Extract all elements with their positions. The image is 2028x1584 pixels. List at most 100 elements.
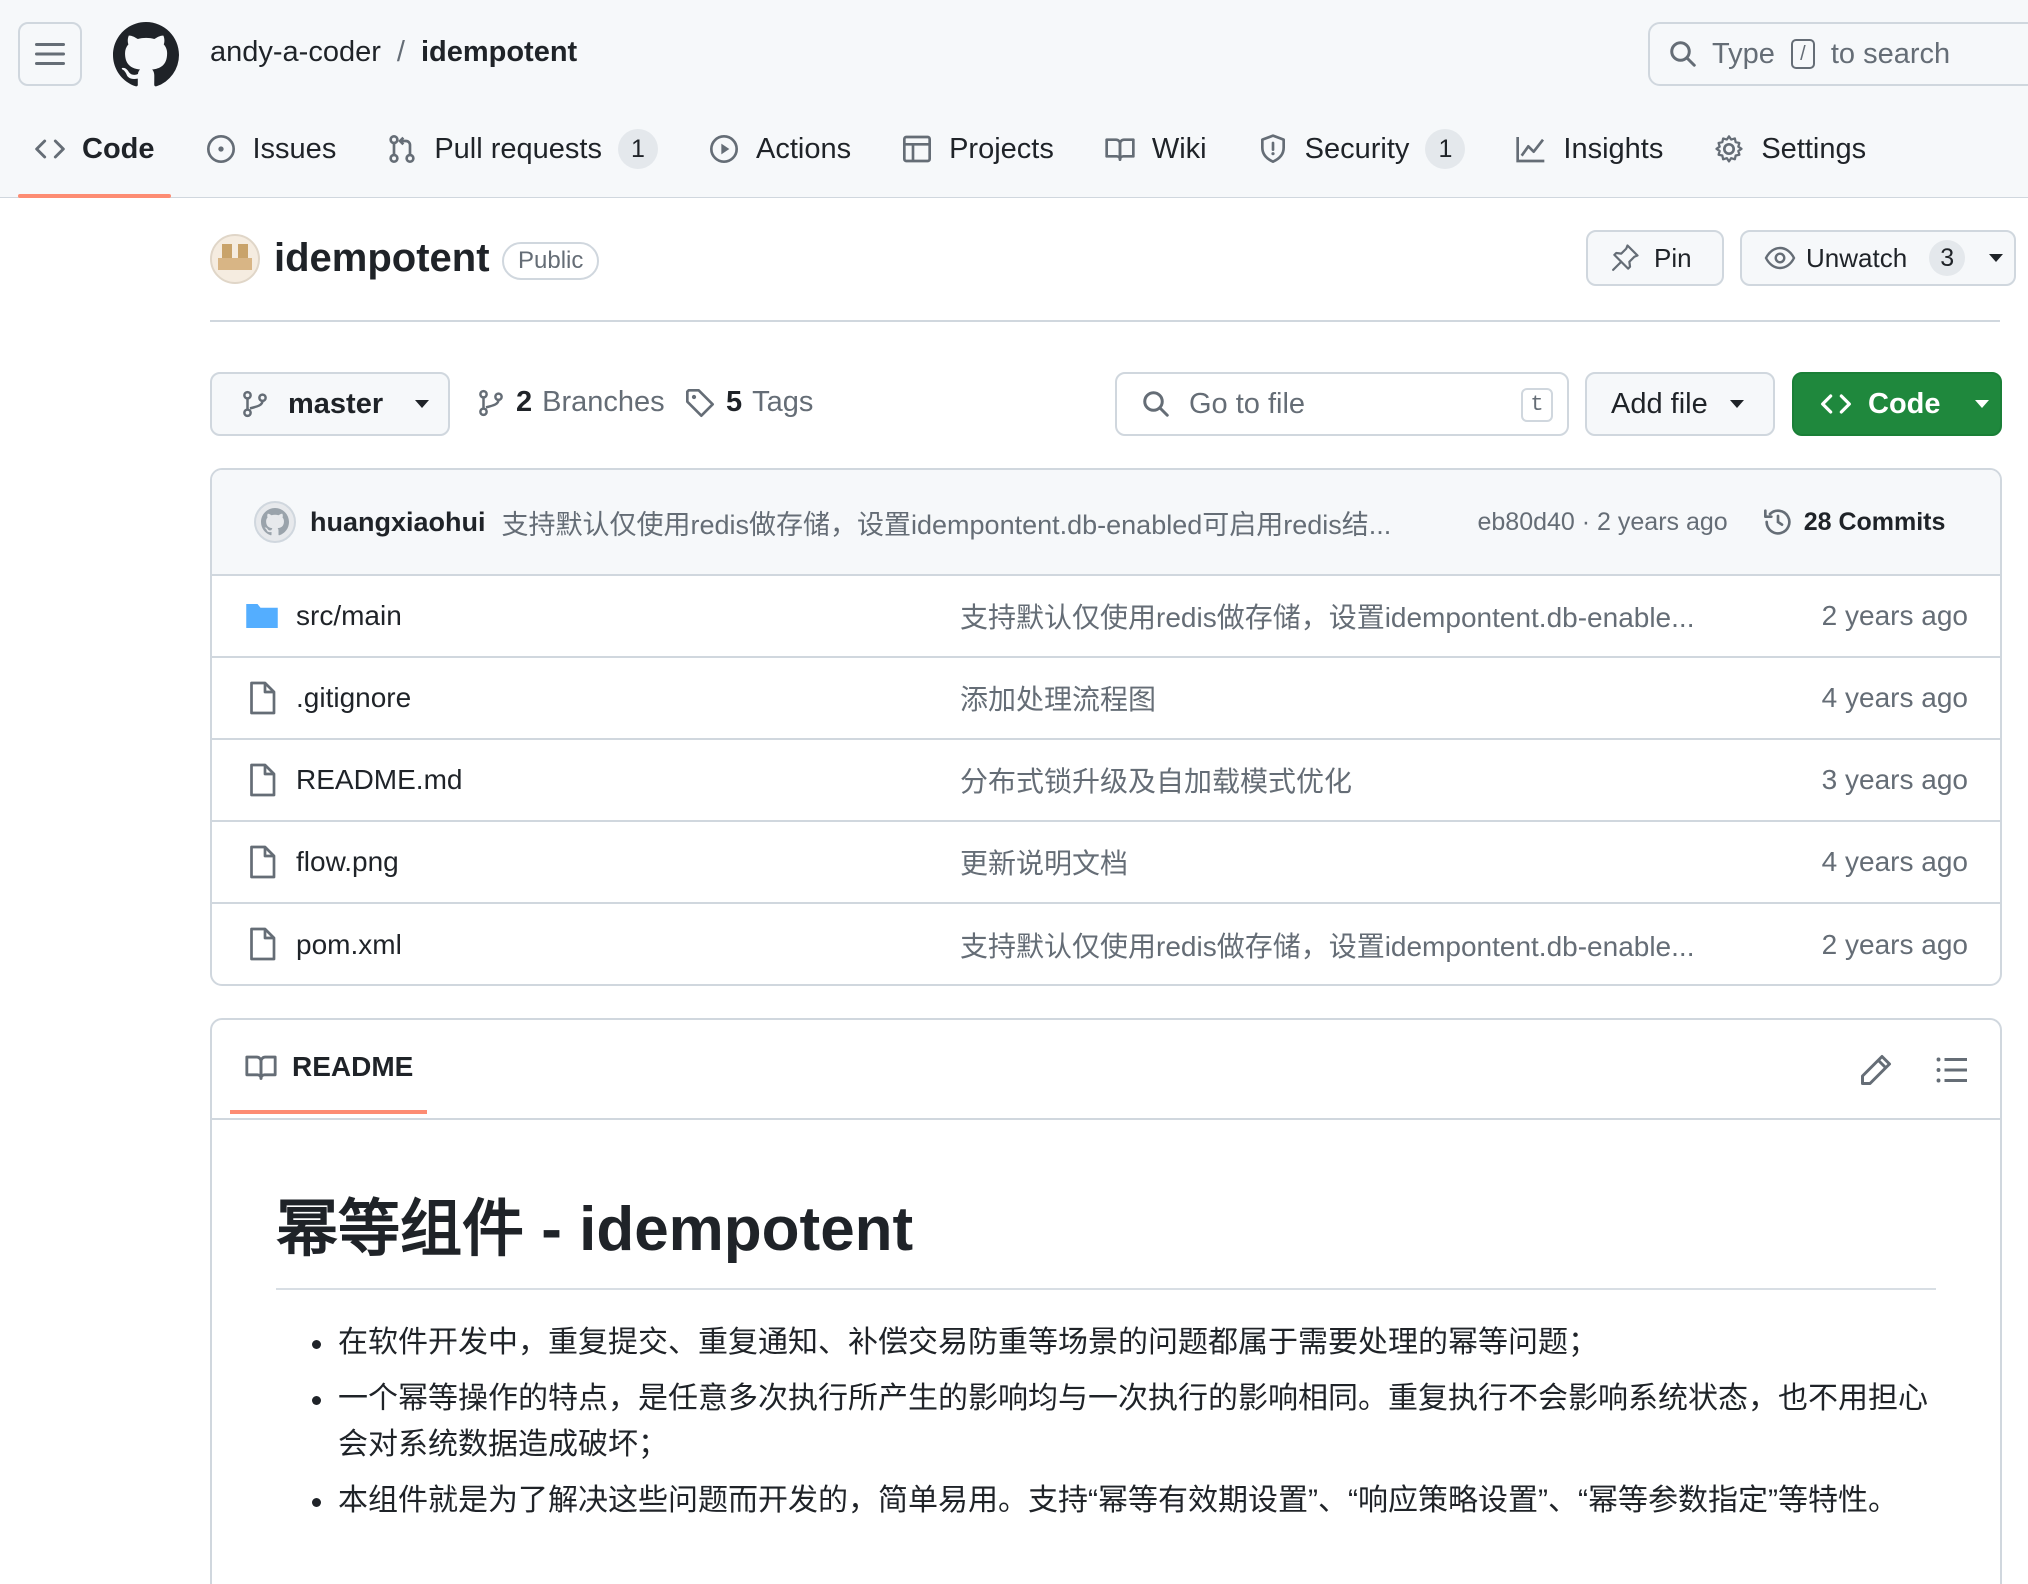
tab-wiki[interactable]: Wiki — [1086, 124, 1225, 174]
file-commit-message-link[interactable]: 更新说明文档 — [960, 842, 1128, 882]
go-to-file-shortcut-key: t — [1521, 388, 1553, 422]
go-to-file-input[interactable]: Go to file t — [1115, 372, 1569, 436]
tab-readme[interactable]: README — [229, 1050, 428, 1114]
repo-nav: Code Issues Pull requests 1 Actions Proj… — [0, 124, 1898, 198]
shield-icon — [1260, 134, 1285, 163]
readme-header: README — [212, 1020, 2000, 1120]
tab-code-label: Code — [82, 132, 155, 165]
repo-name-heading[interactable]: idempotent — [274, 236, 490, 281]
branches-link[interactable]: 2 Branches — [476, 386, 665, 419]
readme-panel: README 幂等组件 - idempotent 在软件开发中，重复提交、重复通… — [210, 1018, 2002, 1584]
breadcrumb-owner-link[interactable]: andy-a-coder — [210, 36, 381, 69]
list-item: 一个幂等操作的特点，是任意多次执行所产生的影响均与一次执行的影响相同。重复执行不… — [276, 1376, 1936, 1468]
readme-bullet-list: 在软件开发中，重复提交、重复通知、补偿交易防重等场景的问题都属于需要处理的幂等问… — [276, 1320, 1936, 1524]
file-commit-date: 3 years ago — [1821, 764, 1968, 795]
gear-icon — [1715, 135, 1744, 163]
pencil-icon[interactable] — [1858, 1052, 1894, 1088]
add-file-button[interactable]: Add file — [1585, 372, 1775, 436]
code-icon — [1821, 394, 1851, 414]
commit-author-link[interactable]: huangxiaohui — [310, 507, 486, 538]
file-row[interactable]: flow.png 更新说明文档 4 years ago — [212, 822, 2000, 904]
tab-insights[interactable]: Insights — [1497, 124, 1681, 174]
file-commit-date: 2 years ago — [1821, 600, 1968, 631]
issue-icon — [206, 135, 235, 163]
file-row[interactable]: README.md 分布式锁升级及自加载模式优化 3 years ago — [212, 740, 2000, 822]
search-shortcut-key: / — [1790, 39, 1815, 69]
tab-wiki-label: Wiki — [1151, 132, 1207, 165]
file-icon — [250, 681, 276, 715]
commits-count-label: 28 Commits — [1803, 507, 1946, 536]
list-icon[interactable] — [1934, 1052, 1970, 1088]
pin-button[interactable]: Pin — [1586, 230, 1724, 286]
file-name-link[interactable]: README.md — [296, 764, 462, 796]
breadcrumb-repo-link[interactable]: idempotent — [421, 36, 577, 69]
file-name-link[interactable]: flow.png — [296, 846, 399, 878]
go-to-file-placeholder: Go to file — [1189, 387, 1306, 420]
chevron-down-icon — [1729, 400, 1744, 408]
file-icon — [250, 927, 276, 961]
commit-hash-time[interactable]: eb80d40 · 2 years ago — [1478, 508, 1728, 537]
app-header: andy-a-coder / idempotent Type / to search… — [0, 0, 2028, 198]
history-icon — [1763, 509, 1791, 535]
pin-label: Pin — [1654, 242, 1692, 273]
readme-tab-label: README — [292, 1051, 414, 1082]
tab-code[interactable]: Code — [16, 124, 173, 198]
file-commit-message-link[interactable]: 分布式锁升级及自加载模式优化 — [960, 760, 1352, 800]
menu-button[interactable] — [18, 22, 82, 86]
commits-history-link[interactable]: 28 Commits — [1762, 506, 1946, 538]
tab-issues[interactable]: Issues — [187, 124, 355, 174]
tab-pull-requests-label: Pull requests — [434, 132, 602, 165]
global-search-input[interactable]: Type / to search — [1648, 22, 2028, 86]
hamburger-icon — [35, 43, 65, 65]
file-row[interactable]: pom.xml 支持默认仅使用redis做存储，设置idempontent.db… — [212, 904, 2000, 984]
play-icon — [709, 135, 738, 163]
eye-icon — [1764, 246, 1796, 270]
file-commit-message-link[interactable]: 支持默认仅使用redis做存储，设置idempontent.db-enable.… — [960, 925, 1694, 965]
tab-security[interactable]: Security 1 — [1239, 124, 1484, 174]
file-icon — [250, 845, 276, 879]
commit-author-avatar[interactable] — [254, 501, 296, 543]
list-item: 本组件就是为了解决这些问题而开发的，简单易用。支持“幂等有效期设置”、“响应策略… — [276, 1478, 1936, 1524]
file-commit-message-link[interactable]: 支持默认仅使用redis做存储，设置idempontent.db-enable.… — [960, 596, 1694, 636]
branch-name: master — [288, 387, 384, 420]
github-logo-icon — [261, 508, 289, 536]
tab-settings-label: Settings — [1761, 132, 1867, 165]
tab-settings[interactable]: Settings — [1695, 124, 1884, 174]
tab-actions-label: Actions — [755, 132, 852, 165]
git-branch-icon — [479, 389, 503, 416]
chevron-down-icon — [1974, 400, 1989, 408]
tab-projects[interactable]: Projects — [883, 124, 1072, 174]
file-browser: huangxiaohui 支持默认仅使用redis做存储，设置idemponte… — [210, 468, 2002, 986]
file-name-link[interactable]: .gitignore — [296, 682, 411, 714]
tag-icon — [686, 388, 714, 417]
unwatch-label: Unwatch — [1806, 242, 1908, 273]
repo-owner-avatar[interactable] — [210, 234, 260, 284]
search-icon — [1143, 391, 1169, 417]
tab-actions[interactable]: Actions — [690, 124, 869, 174]
file-commit-date: 4 years ago — [1821, 846, 1968, 877]
pull-requests-count-badge: 1 — [617, 129, 658, 169]
code-dropdown-button[interactable]: Code — [1792, 372, 2002, 436]
file-row[interactable]: .gitignore 添加处理流程图 4 years ago — [212, 658, 2000, 740]
latest-commit-bar: huangxiaohui 支持默认仅使用redis做存储，设置idemponte… — [212, 470, 2000, 576]
branches-label: Branches — [542, 386, 665, 418]
git-branch-icon — [243, 390, 267, 418]
tab-projects-label: Projects — [949, 132, 1054, 165]
readme-title: 幂等组件 - idempotent — [276, 1178, 1936, 1290]
list-item: 在软件开发中，重复提交、重复通知、补偿交易防重等场景的问题都属于需要处理的幂等问… — [276, 1320, 1936, 1366]
search-icon — [1670, 41, 1696, 67]
unwatch-button[interactable]: Unwatch 3 — [1740, 230, 2016, 286]
file-commit-message-link[interactable]: 添加处理流程图 — [960, 678, 1156, 718]
file-row[interactable]: src/main 支持默认仅使用redis做存储，设置idempontent.d… — [212, 576, 2000, 658]
file-name-link[interactable]: src/main — [296, 600, 402, 632]
file-name-link[interactable]: pom.xml — [296, 929, 402, 961]
tab-security-label: Security — [1304, 132, 1410, 165]
breadcrumb-separator: / — [396, 36, 405, 68]
tags-link[interactable]: 5 Tags — [684, 386, 813, 419]
github-logo-icon[interactable] — [113, 22, 179, 88]
visibility-badge: Public — [502, 242, 600, 280]
branch-selector[interactable]: master — [210, 372, 450, 436]
tab-pull-requests[interactable]: Pull requests 1 — [368, 124, 676, 174]
commit-message-link[interactable]: 支持默认仅使用redis做存储，设置idempontent.db-enabled… — [502, 503, 1468, 542]
search-placeholder-prefix: Type — [1712, 37, 1775, 70]
